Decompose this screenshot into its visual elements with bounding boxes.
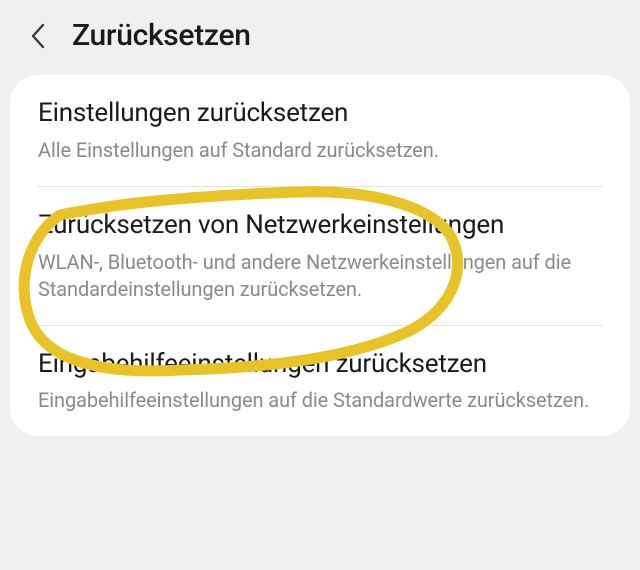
reset-accessibility-settings-item[interactable]: Eingabehilfeeinstellungen zurücksetzen E…: [10, 326, 630, 437]
item-title: Einstellungen zurücksetzen: [38, 97, 602, 131]
item-description: WLAN-, Bluetooth- und andere Netzwerkein…: [38, 249, 602, 303]
item-description: Eingabehilfeeinstellungen auf die Standa…: [38, 387, 602, 414]
page-title: Zurücksetzen: [72, 18, 251, 53]
item-title: Zurücksetzen von Netzwerkeinstellungen: [38, 209, 602, 243]
page-header: Zurücksetzen: [0, 0, 640, 71]
item-title: Eingabehilfeeinstellungen zurücksetzen: [38, 348, 602, 382]
item-description: Alle Einstellungen auf Standard zurückse…: [38, 137, 602, 164]
chevron-left-icon: [30, 23, 46, 49]
reset-network-settings-item[interactable]: Zurücksetzen von Netzwerkeinstellungen W…: [10, 187, 630, 325]
back-button[interactable]: [24, 22, 52, 50]
settings-list-card: Einstellungen zurücksetzen Alle Einstell…: [10, 75, 630, 436]
reset-settings-item[interactable]: Einstellungen zurücksetzen Alle Einstell…: [10, 75, 630, 186]
